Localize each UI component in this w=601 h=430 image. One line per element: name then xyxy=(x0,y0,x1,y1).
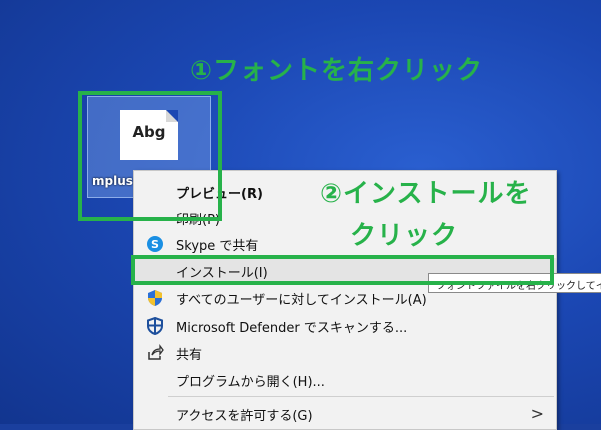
menu-item-label: 共有 xyxy=(176,348,203,363)
menu-item-open-with[interactable]: プログラムから開く(H)... xyxy=(134,367,556,393)
share-icon xyxy=(146,344,164,362)
annotation-step2-line2: クリック xyxy=(350,221,459,251)
annotation-step1: ①フォントを右クリック xyxy=(190,56,484,86)
highlight-box-install xyxy=(131,255,554,285)
menu-item-label: アクセスを許可する(G) xyxy=(176,409,313,424)
menu-item-label: Skype で共有 xyxy=(176,239,259,254)
uac-shield-icon xyxy=(146,289,164,307)
defender-icon xyxy=(146,316,164,336)
menu-item-defender-scan[interactable]: Microsoft Defender でスキャンする... xyxy=(134,313,556,339)
menu-item-skype-share[interactable]: S Skype で共有 xyxy=(134,231,556,257)
menu-item-label: すべてのユーザーに対してインストール(A) xyxy=(176,293,427,308)
chevron-right-icon: > xyxy=(530,404,544,423)
menu-item-label: Microsoft Defender でスキャンする... xyxy=(176,321,408,336)
menu-item-give-access[interactable]: アクセスを許可する(G) > xyxy=(134,401,556,427)
annotation-step2-line1: ②インストールを xyxy=(320,179,532,209)
menu-separator xyxy=(168,396,554,397)
skype-icon: S xyxy=(146,235,164,253)
menu-item-share[interactable]: 共有 xyxy=(134,340,556,366)
menu-item-label: プログラムから開く(H)... xyxy=(176,375,325,390)
svg-text:S: S xyxy=(151,238,159,251)
highlight-box-file xyxy=(78,91,222,221)
